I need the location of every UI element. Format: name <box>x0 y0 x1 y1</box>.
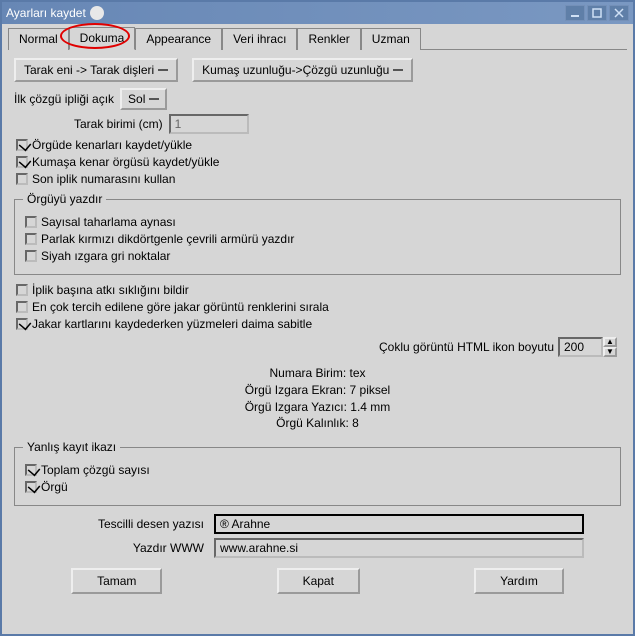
tarak-button-label: Tarak eni -> Tarak dişleri <box>24 63 154 77</box>
check-son-iplik[interactable]: Son iplik numarasını kullan <box>16 172 621 186</box>
content: Normal Dokuma Appearance Veri ihracı Ren… <box>2 24 633 602</box>
info-line: Örgü Izgara Ekran: 7 piksel <box>14 382 621 399</box>
icon-size-spinner: ▲ ▼ <box>558 337 617 357</box>
checkbox-icon <box>16 156 28 168</box>
tarak-birimi-input[interactable] <box>169 114 249 134</box>
ilk-cozgu-label: İlk çözgü ipliği açık <box>14 92 114 106</box>
checkbox-icon <box>25 216 37 228</box>
tab-appearance[interactable]: Appearance <box>135 28 222 50</box>
kumas-button[interactable]: Kumaş uzunluğu->Çözgü uzunluğu <box>192 58 413 82</box>
info-line: Numara Birim: tex <box>14 365 621 382</box>
checkbox-icon <box>25 233 37 245</box>
tab-normal[interactable]: Normal <box>8 28 69 50</box>
www-label: Yazdır WWW <box>14 541 214 555</box>
ilk-cozgu-value: Sol <box>128 92 145 106</box>
tarak-birimi-label: Tarak birimi (cm) <box>74 117 163 131</box>
checkbox-icon <box>16 173 28 185</box>
check-iplik-basina[interactable]: İplik başına atkı sıklığını bildir <box>16 283 621 297</box>
check-parlak[interactable]: Parlak kırmızı dikdörtgenle çevrili armü… <box>25 232 612 246</box>
app-icon <box>90 6 104 20</box>
ok-label: Tamam <box>97 574 136 588</box>
info-line: Örgü Izgara Yazıcı: 1.4 mm <box>14 399 621 416</box>
check-label: En çok tercih edilene göre jakar görüntü… <box>32 300 329 314</box>
tab-pane: Tarak eni -> Tarak dişleri Kumaş uzunluğ… <box>6 50 629 600</box>
check-kumas-kenar[interactable]: Kumaşa kenar örgüsü kaydet/yükle <box>16 155 621 169</box>
check-label: Siyah ızgara gri noktalar <box>41 249 170 263</box>
check-orgu-kenar[interactable]: Örgüde kenarları kaydet/yükle <box>16 138 621 152</box>
spin-label: Çoklu görüntü HTML ikon boyutu <box>379 340 554 354</box>
info-block: Numara Birim: tex Örgü Izgara Ekran: 7 p… <box>14 365 621 432</box>
check-label: Son iplik numarasını kullan <box>32 172 175 186</box>
check-toplam-cozgu[interactable]: Toplam çözgü sayısı <box>25 463 612 477</box>
check-en-cok[interactable]: En çok tercih edilene göre jakar görüntü… <box>16 300 621 314</box>
tescilli-label: Tescilli desen yazısı <box>14 517 214 531</box>
dropdown-indicator-icon <box>158 69 168 71</box>
check-label: Toplam çözgü sayısı <box>41 463 150 477</box>
bottom-bar: Tamam Kapat Yardım <box>14 562 621 596</box>
tab-renkler[interactable]: Renkler <box>297 28 360 50</box>
tarak-button[interactable]: Tarak eni -> Tarak dişleri <box>14 58 178 82</box>
check-label: Örgüde kenarları kaydet/yükle <box>32 138 192 152</box>
icon-size-input[interactable] <box>558 337 603 357</box>
tab-veri-ihraci[interactable]: Veri ihracı <box>222 28 297 50</box>
check-sayisal[interactable]: Sayısal taharlama aynası <box>25 215 612 229</box>
dropdown-indicator-icon <box>393 69 403 71</box>
group-orgu-yazdir: Örgüyü yazdır Sayısal taharlama aynası P… <box>14 192 621 275</box>
maximize-button[interactable] <box>587 5 607 21</box>
help-label: Yardım <box>500 574 538 588</box>
kumas-button-label: Kumaş uzunluğu->Çözgü uzunluğu <box>202 63 389 77</box>
checkbox-icon <box>16 284 28 296</box>
check-label: İplik başına atkı sıklığını bildir <box>32 283 189 297</box>
check-label: Jakar kartlarını kaydederken yüzmeleri d… <box>32 317 312 331</box>
spin-up-button[interactable]: ▲ <box>603 337 617 347</box>
check-label: Kumaşa kenar örgüsü kaydet/yükle <box>32 155 219 169</box>
titlebar: Ayarları kaydet <box>2 2 633 24</box>
checkbox-icon <box>25 250 37 262</box>
check-jakar[interactable]: Jakar kartlarını kaydederken yüzmeleri d… <box>16 317 621 331</box>
group-legend: Örgüyü yazdır <box>23 192 106 206</box>
tab-dokuma[interactable]: Dokuma <box>69 27 136 50</box>
minimize-button[interactable] <box>565 5 585 21</box>
checkbox-icon <box>16 318 28 330</box>
checkbox-icon <box>25 464 37 476</box>
check-siyah[interactable]: Siyah ızgara gri noktalar <box>25 249 612 263</box>
group-legend: Yanlış kayıt ikazı <box>23 440 120 454</box>
help-button[interactable]: Yardım <box>474 568 564 594</box>
group-yanlis-kayit: Yanlış kayıt ikazı Toplam çözgü sayısı Ö… <box>14 440 621 506</box>
close-button-bottom[interactable]: Kapat <box>277 568 360 594</box>
checkbox-icon <box>16 139 28 151</box>
dropdown-indicator-icon <box>149 98 159 100</box>
check-label: Parlak kırmızı dikdörtgenle çevrili armü… <box>41 232 294 246</box>
close-button[interactable] <box>609 5 629 21</box>
www-input[interactable] <box>214 538 584 558</box>
tab-bar: Normal Dokuma Appearance Veri ihracı Ren… <box>8 26 627 50</box>
check-label: Örgü <box>41 480 68 494</box>
spin-down-button[interactable]: ▼ <box>603 347 617 357</box>
tescilli-input[interactable] <box>214 514 584 534</box>
window: Ayarları kaydet Normal Dokuma Appearance… <box>0 0 635 636</box>
info-line: Örgü Kalınlık: 8 <box>14 415 621 432</box>
ilk-cozgu-combo[interactable]: Sol <box>120 88 167 110</box>
window-title: Ayarları kaydet <box>6 6 86 20</box>
checkbox-icon <box>25 481 37 493</box>
check-label: Sayısal taharlama aynası <box>41 215 176 229</box>
ok-button[interactable]: Tamam <box>71 568 162 594</box>
check-orgu[interactable]: Örgü <box>25 480 612 494</box>
tab-uzman[interactable]: Uzman <box>361 28 421 50</box>
checkbox-icon <box>16 301 28 313</box>
close-label: Kapat <box>303 574 334 588</box>
